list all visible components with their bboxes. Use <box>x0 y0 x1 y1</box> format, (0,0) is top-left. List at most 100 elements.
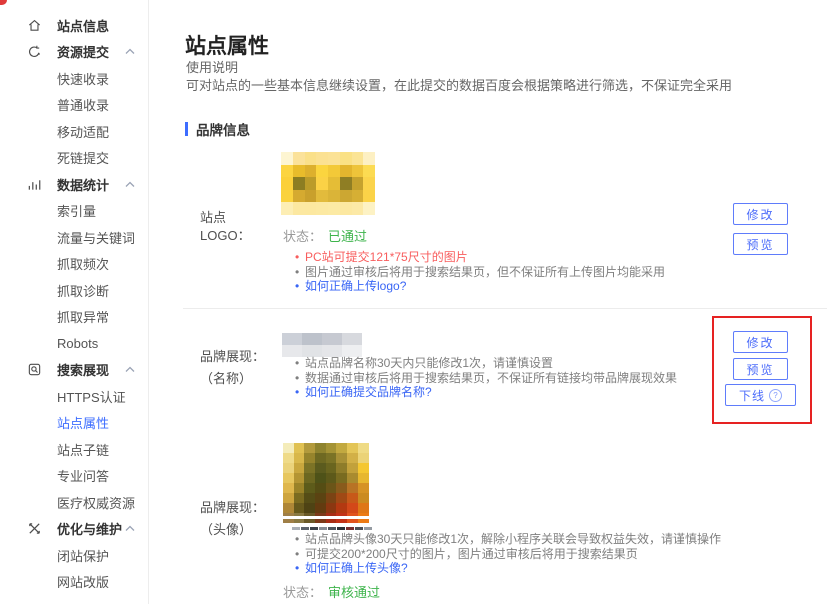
sidebar-item-dead-link[interactable]: 死链提交 <box>0 145 148 172</box>
logo-review-note: • 图片通过审核后将用于搜索结果页，但不保证所有上传图片均能采用 <box>295 265 665 280</box>
bullet-dot: • <box>295 547 305 562</box>
brand-name-label: 品牌展现： （名称） <box>200 346 265 390</box>
logo-size-note: • PC站可提交121*75尺寸的图片 <box>295 250 665 265</box>
sidebar-group-label: 优化与维护 <box>57 519 122 538</box>
site-properties-page: 站点信息 资源提交 快速收录 普通收录 移动适配 死链提交 数据统计 索引量 流… <box>0 0 827 604</box>
sidebar-group-label: 资源提交 <box>57 42 109 61</box>
bullet-dot: • <box>295 356 305 371</box>
section-title: 品牌信息 <box>196 119 250 139</box>
logo-help-link-text[interactable]: 如何正确上传logo? <box>305 279 406 294</box>
avatar-status-value: 审核通过 <box>328 582 380 601</box>
sidebar-item-crawl-exception[interactable]: 抓取异常 <box>0 304 148 331</box>
brand-info-section-header: 品牌信息 <box>185 119 250 139</box>
brand-avatar-label-line1: 品牌展现： <box>200 497 265 519</box>
avatar-size-note: • 可提交200*200尺寸的图片，图片通过审核后将用于搜索结果页 <box>295 547 721 562</box>
sidebar-item-index-volume[interactable]: 索引量 <box>0 198 148 225</box>
bullet-dot: • <box>295 371 305 386</box>
logo-status-row: 状态： 已通过 <box>283 226 367 245</box>
name-review-note-text: 数据通过审核后将用于搜索结果页，不保证所有链接均带品牌展现效果 <box>305 371 677 386</box>
brand-name-label-line2: （名称） <box>200 368 265 390</box>
sidebar-item-traffic-keywords[interactable]: 流量与关键词 <box>0 224 148 251</box>
bullet-dot: • <box>295 532 305 547</box>
avatar-status-row: 状态： 审核通过 <box>283 582 380 601</box>
avatar-color-strip <box>283 527 372 530</box>
name-offline-label: 下线 <box>739 387 765 404</box>
resource-submit-icon <box>26 44 42 60</box>
page-title: 站点属性 <box>185 30 269 60</box>
sidebar-group-resource-submit[interactable]: 资源提交 <box>0 39 148 66</box>
chevron-up-icon <box>125 525 135 532</box>
sidebar-nav: 站点信息 资源提交 快速收录 普通收录 移动适配 死链提交 数据统计 索引量 流… <box>0 0 149 604</box>
sidebar-item-medical-authority[interactable]: 医疗权威资源 <box>0 489 148 516</box>
sidebar-item-normal-include[interactable]: 普通收录 <box>0 92 148 119</box>
help-circle-icon[interactable]: ? <box>769 389 782 402</box>
name-modify-limit-note: • 站点品牌名称30天内只能修改1次，请谨慎设置 <box>295 356 677 371</box>
name-offline-button[interactable]: 下线 ? <box>725 384 796 406</box>
section-accent-bar <box>185 122 188 136</box>
site-logo-image <box>281 152 375 215</box>
sidebar-group-label: 数据统计 <box>57 175 109 194</box>
logo-modify-button[interactable]: 修改 <box>733 203 788 225</box>
status-label: 状态： <box>283 582 322 601</box>
data-stats-icon <box>26 176 42 192</box>
home-icon <box>26 17 42 33</box>
brand-avatar-label-line2: （头像） <box>200 519 265 541</box>
avatar-size-note-text: 可提交200*200尺寸的图片，图片通过审核后将用于搜索结果页 <box>305 547 638 562</box>
sidebar-group-search-display[interactable]: 搜索展现 <box>0 357 148 384</box>
logo-size-note-text: PC站可提交121*75尺寸的图片 <box>305 250 468 265</box>
usage-description: 可对站点的一些基本信息继续设置，在此提交的数据百度会根据策略进行筛选，不保证完全… <box>186 75 732 94</box>
sidebar-item-site-properties[interactable]: 站点属性 <box>0 410 148 437</box>
bullet-dot: • <box>295 279 305 294</box>
bullet-dot: • <box>295 250 305 265</box>
sidebar-item-https-cert[interactable]: HTTPS认证 <box>0 383 148 410</box>
avatar-modify-limit-text: 站点品牌头像30天只能修改1次，解除小程序关联会导致权益失效，请谨慎操作 <box>305 532 721 547</box>
name-help-link-text[interactable]: 如何正确提交品牌名称? <box>305 385 432 400</box>
name-preview-button[interactable]: 预览 <box>733 358 788 380</box>
avatar-white-line <box>283 516 369 519</box>
chevron-up-icon <box>125 366 135 373</box>
section-divider <box>183 308 827 309</box>
sidebar-item-site-revamp[interactable]: 网站改版 <box>0 569 148 596</box>
sidebar-item-quick-include[interactable]: 快速收录 <box>0 65 148 92</box>
logo-status-value: 已通过 <box>328 226 367 245</box>
name-review-note: • 数据通过审核后将用于搜索结果页，不保证所有链接均带品牌展现效果 <box>295 371 677 386</box>
brand-name-notes: • 站点品牌名称30天内只能修改1次，请谨慎设置 • 数据通过审核后将用于搜索结… <box>295 356 677 400</box>
sidebar-item-crawl-diagnosis[interactable]: 抓取诊断 <box>0 277 148 304</box>
logo-notes: • PC站可提交121*75尺寸的图片 • 图片通过审核后将用于搜索结果页，但不… <box>295 250 665 294</box>
optimize-maintain-icon <box>26 521 42 537</box>
sidebar-group-label: 搜索展现 <box>57 360 109 379</box>
bullet-dot: • <box>295 561 305 576</box>
status-label: 状态： <box>283 226 322 245</box>
logo-review-note-text: 图片通过审核后将用于搜索结果页，但不保证所有上传图片均能采用 <box>305 265 665 280</box>
name-modify-button[interactable]: 修改 <box>733 331 788 353</box>
brand-avatar-image <box>283 443 369 523</box>
sidebar-item-crawl-frequency[interactable]: 抓取频次 <box>0 251 148 278</box>
name-modify-limit-text: 站点品牌名称30天内只能修改1次，请谨慎设置 <box>305 356 553 371</box>
logo-help-link[interactable]: • 如何正确上传logo? <box>295 279 665 294</box>
brand-avatar-notes: • 站点品牌头像30天只能修改1次，解除小程序关联会导致权益失效，请谨慎操作 •… <box>295 532 721 576</box>
sidebar-item-professional-qa[interactable]: 专业问答 <box>0 463 148 490</box>
sidebar-group-label: 站点信息 <box>57 16 109 35</box>
sidebar-group-site-info[interactable]: 站点信息 <box>0 12 148 39</box>
site-logo-label-line1: 站点 <box>200 209 251 227</box>
sidebar-group-data-stats[interactable]: 数据统计 <box>0 171 148 198</box>
sidebar-item-robots[interactable]: Robots <box>0 330 148 357</box>
avatar-help-link[interactable]: • 如何正确上传头像? <box>295 561 721 576</box>
chevron-up-icon <box>125 48 135 55</box>
sidebar-item-closed-site-protect[interactable]: 闭站保护 <box>0 542 148 569</box>
chevron-up-icon <box>125 181 135 188</box>
sidebar-group-optimize-maintain[interactable]: 优化与维护 <box>0 516 148 543</box>
site-logo-label-line2: LOGO： <box>200 227 251 245</box>
bullet-dot: • <box>295 385 305 400</box>
avatar-help-link-text[interactable]: 如何正确上传头像? <box>305 561 408 576</box>
brand-name-blurred <box>282 333 362 357</box>
site-logo-label: 站点 LOGO： <box>200 209 251 245</box>
brand-name-label-line1: 品牌展现： <box>200 346 265 368</box>
logo-preview-button[interactable]: 预览 <box>733 233 788 255</box>
name-help-link[interactable]: • 如何正确提交品牌名称? <box>295 385 677 400</box>
sidebar-item-site-sublinks[interactable]: 站点子链 <box>0 436 148 463</box>
usage-title: 使用说明 <box>186 57 238 76</box>
bullet-dot: • <box>295 265 305 280</box>
brand-avatar-label: 品牌展现： （头像） <box>200 497 265 541</box>
sidebar-item-mobile-adapt[interactable]: 移动适配 <box>0 118 148 145</box>
